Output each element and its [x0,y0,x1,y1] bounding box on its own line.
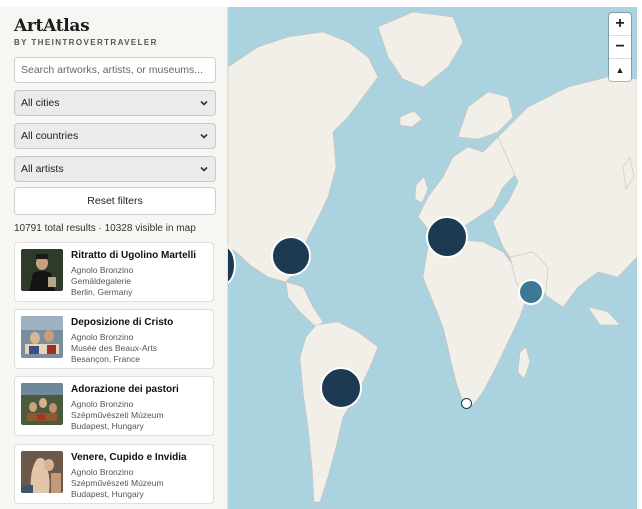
window-top-edge [0,0,642,7]
artwork-location: Budapest, Hungary [71,489,144,499]
reset-filters-button[interactable]: Reset filters [14,187,216,215]
artwork-title: Venere, Cupido e Invidia [71,452,187,463]
byline: BY THEINTROVERTRAVELER [14,38,158,47]
artwork-location: Berlin, Germany [71,287,133,297]
artwork-title: Ritratto di Ugolino Martelli [71,250,196,261]
app-logo: ArtAtlas [14,16,90,36]
map-cluster-marker[interactable] [426,216,468,258]
artwork-location: Budapest, Hungary [71,421,144,431]
artwork-card[interactable]: Deposizione di Cristo Agnolo Bronzino Mu… [14,309,214,369]
artwork-museum: Szépművészeti Múzeum [71,410,164,420]
artwork-thumbnail [21,316,63,358]
artist-select[interactable]: All artists [14,156,216,182]
search-input[interactable] [14,57,216,83]
results-count: 10791 total results · 10328 visible in m… [14,223,196,234]
world-map[interactable]: + − ▲ [228,7,637,509]
zoom-controls: + − ▲ [609,13,631,81]
country-select[interactable]: All countries [14,123,216,149]
artwork-artist: Agnolo Bronzino [71,467,134,477]
artwork-card[interactable]: Adorazione dei pastori Agnolo Bronzino S… [14,376,214,436]
sidebar: ArtAtlas BY THEINTROVERTRAVELER All citi… [0,7,228,509]
map-cluster-marker[interactable] [518,279,544,305]
artwork-title: Adorazione dei pastori [71,384,179,395]
map-cluster-marker[interactable] [320,367,362,409]
artwork-artist: Agnolo Bronzino [71,332,134,342]
zoom-in-button[interactable]: + [609,13,631,36]
artwork-thumbnail [21,249,63,291]
artwork-card[interactable]: Venere, Cupido e Invidia Agnolo Bronzino… [14,444,214,504]
artwork-thumbnail [21,383,63,425]
chevron-down-icon [200,166,208,172]
artwork-museum: Musée des Beaux-Arts [71,343,157,353]
chevron-down-icon [200,133,208,139]
artwork-card[interactable]: Ritratto di Ugolino Martelli Agnolo Bron… [14,242,214,302]
zoom-out-button[interactable]: − [609,36,631,59]
artwork-artist: Agnolo Bronzino [71,265,134,275]
window-right-edge [637,0,642,509]
artwork-museum: Gemäldegalerie [71,276,132,286]
country-select-value: All countries [21,130,79,142]
compass-icon[interactable]: ▲ [609,59,631,81]
artist-select-value: All artists [21,163,64,175]
map-point-marker[interactable] [461,398,472,409]
artwork-location: Besançon, France [71,354,140,364]
chevron-down-icon [200,100,208,106]
artwork-title: Deposizione di Cristo [71,317,174,328]
artwork-museum: Szépművészeti Múzeum [71,478,164,488]
artwork-artist: Agnolo Bronzino [71,399,134,409]
city-select-value: All cities [21,97,60,109]
city-select[interactable]: All cities [14,90,216,116]
map-cluster-marker[interactable] [271,236,311,276]
artwork-thumbnail [21,451,63,493]
